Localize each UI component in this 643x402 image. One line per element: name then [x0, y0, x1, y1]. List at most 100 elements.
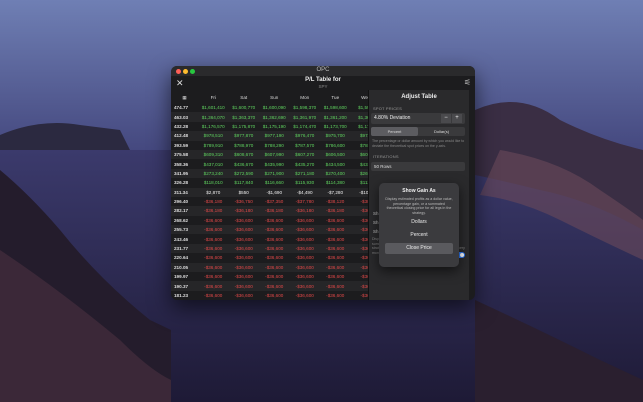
- pl-cell: -$36,600: [295, 293, 314, 298]
- spot-price-cell: 220.64: [174, 255, 189, 261]
- segment-dollars[interactable]: Dollar(s): [418, 127, 465, 136]
- increment-button[interactable]: +: [452, 114, 462, 123]
- iterations-selector[interactable]: 50 Rows: [371, 162, 465, 171]
- table-row: 311.34 $2,870 $550 -$1,690 -$4,490 -$7,280 -$1…: [171, 187, 381, 197]
- pl-cell: $607,990: [259, 149, 290, 160]
- pl-cell: -$36,600: [326, 293, 345, 298]
- iterations-label: ITERATIONS: [373, 154, 399, 159]
- spot-price-cell: 296.40: [174, 199, 189, 205]
- pl-cell: -$36,600: [295, 217, 314, 223]
- pl-cell: -$36,600: [295, 255, 314, 261]
- pl-cell: -$36,600: [234, 255, 253, 261]
- pl-cell: -$36,600: [265, 293, 284, 298]
- pl-cell: -$36,600: [326, 255, 345, 261]
- pl-cell: -$36,600: [198, 262, 229, 273]
- pl-cell: -$7,280: [320, 187, 351, 197]
- pl-cell: -$36,180: [289, 206, 320, 216]
- percent-option[interactable]: Percent: [385, 230, 453, 241]
- pl-cell: -$36,600: [326, 236, 345, 242]
- spot-price-cell: 358.36: [174, 161, 189, 167]
- spot-price-cell: 255.73: [171, 225, 198, 235]
- calendar-icon[interactable]: ▦: [171, 92, 198, 103]
- pl-cell: $271,900: [259, 168, 290, 179]
- table-row: 393.59 $789,910 $788,970 $788,290 $787,570 $7…: [171, 141, 381, 150]
- pl-cell: $786,600: [325, 142, 345, 148]
- pl-cell: -$36,600: [289, 243, 320, 254]
- pl-cell: -$36,600: [289, 225, 320, 235]
- spot-price-cell: 474.77: [174, 105, 189, 111]
- pl-cell: $435,270: [295, 161, 315, 167]
- pl-cell: -$36,600: [259, 262, 290, 273]
- table-row: 199.97 -$36,600 -$36,600 -$36,600 -$36,600 -$…: [171, 272, 381, 281]
- sliders-icon[interactable]: ⚟: [464, 78, 471, 87]
- spot-prices-label: SPOT PRICES: [373, 106, 403, 111]
- pl-cell: -$36,180: [198, 206, 229, 216]
- pl-cell: -$36,180: [320, 206, 351, 216]
- pl-cell: -$36,600: [228, 243, 259, 254]
- table-row: 474.77 $1,601,410 $1,600,770 $1,600,090 $1,5…: [171, 103, 381, 112]
- pl-cell: $607,270: [289, 149, 320, 160]
- pl-cell: $977,190: [259, 131, 290, 141]
- spot-price-cell: 311.34: [171, 187, 198, 197]
- popup-title: Show Gain As: [402, 188, 436, 194]
- dollars-option[interactable]: Dollars: [385, 217, 453, 228]
- pl-cell: $789,910: [203, 142, 223, 148]
- pl-cell: -$36,600: [204, 255, 223, 261]
- pl-cell: $435,990: [264, 161, 284, 167]
- pl-cell: $975,700: [320, 131, 351, 141]
- close-price-option[interactable]: Close Price: [385, 243, 453, 254]
- page-title: P/L Table for: [305, 77, 341, 83]
- table-row: 358.36 $437,010 $436,670 $435,990 $435,270 $4…: [171, 159, 381, 168]
- table-row: 326.28 $118,010 $117,840 $116,660 $115,930 $1…: [171, 178, 381, 187]
- pl-cell: -$36,600: [228, 225, 259, 235]
- pl-cell: -$36,600: [234, 236, 253, 242]
- pl-cell: $1,600,090: [262, 105, 286, 111]
- pl-cell: $788,970: [234, 142, 254, 148]
- pl-cell: -$36,600: [259, 243, 290, 254]
- pl-cell: -$36,600: [198, 281, 229, 291]
- pl-cell: -$36,600: [228, 281, 259, 291]
- pl-cell: -$36,600: [326, 217, 345, 223]
- decrement-button[interactable]: −: [441, 114, 451, 123]
- column-header: Tue: [331, 95, 340, 100]
- pl-cell: -$36,180: [259, 206, 290, 216]
- pl-cell: -$36,600: [265, 236, 284, 242]
- table-row: 432.28 $1,176,570 $1,175,870 $1,175,190 $1,1…: [171, 122, 381, 131]
- panel-title: Adjust Table: [401, 94, 437, 100]
- pl-cell: -$36,600: [289, 262, 320, 273]
- pl-cell: $550: [228, 187, 259, 197]
- pl-cell: -$36,600: [326, 274, 345, 280]
- pl-cell: -$36,600: [320, 281, 351, 291]
- segment-percent[interactable]: Percent: [371, 127, 418, 136]
- pl-cell: -$36,600: [234, 293, 253, 298]
- table-row: 268.62 -$36,600 -$36,600 -$36,600 -$36,600 -$…: [171, 216, 381, 225]
- pl-cell: $787,570: [295, 142, 315, 148]
- deviation-help-text: The percentage or dollar amount by which…: [372, 139, 465, 148]
- pl-cell: $1,174,470: [293, 123, 317, 129]
- pl-cell: $606,500: [320, 149, 351, 160]
- pl-cell: -$36,600: [295, 274, 314, 280]
- spot-price-cell: 326.28: [174, 180, 189, 186]
- pl-cell: $978,510: [198, 131, 229, 141]
- pl-cell: $114,380: [325, 180, 345, 186]
- pl-cell: -$37,350: [265, 199, 284, 205]
- pl-cell: $1,600,770: [232, 105, 256, 111]
- pl-cell: $1,361,200: [320, 112, 351, 122]
- table-row: 282.17 -$36,180 -$36,180 -$36,180 -$36,180 -$…: [171, 206, 381, 216]
- pl-cell: -$4,490: [289, 187, 320, 197]
- pl-cell: -$36,750: [234, 199, 253, 205]
- pl-cell: -$36,600: [320, 262, 351, 273]
- spot-price-cell: 412.48: [171, 131, 198, 141]
- table-row: 181.23 -$36,600 -$36,600 -$36,600 -$36,600 -$…: [171, 291, 381, 300]
- spot-price-cell: 190.37: [171, 281, 198, 291]
- spot-price-cell: 231.77: [171, 243, 198, 254]
- show-gain-popup: Show Gain As Display estimated profits a…: [379, 183, 459, 267]
- table-row: 243.46 -$36,600 -$36,600 -$36,600 -$36,600 -$…: [171, 234, 381, 243]
- pl-cell: $2,870: [198, 187, 229, 197]
- pl-cell: -$36,600: [204, 217, 223, 223]
- pl-cell: -$36,600: [228, 262, 259, 273]
- pl-cell: $271,180: [289, 168, 320, 179]
- pl-cell: $1,175,190: [262, 123, 286, 129]
- deviation-stepper: 4.80% Deviation − +: [371, 113, 465, 124]
- pl-cell: $273,240: [198, 168, 229, 179]
